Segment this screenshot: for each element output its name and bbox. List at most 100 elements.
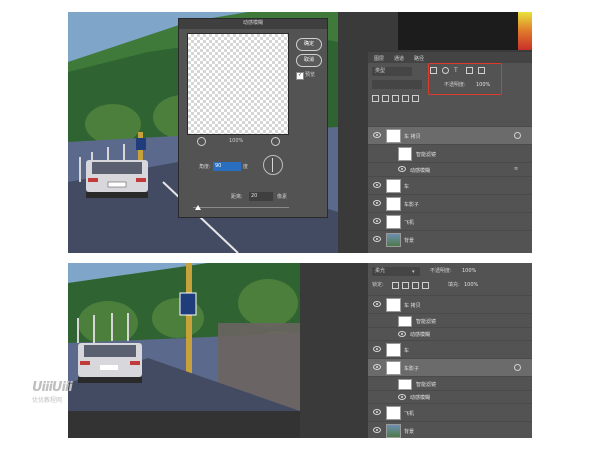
- blend-mode-dropdown[interactable]: 柔光 ▾: [372, 267, 420, 276]
- filter-mask-thumbnail: [398, 316, 412, 327]
- visibility-eye-icon[interactable]: [373, 427, 381, 433]
- layer-row-smart-filter[interactable]: 智能滤镜: [368, 313, 532, 327]
- lock-transparent-icon[interactable]: [392, 282, 399, 289]
- watermark: UiiiUiii 优优教程网: [32, 380, 73, 404]
- distance-label: 距离:: [231, 194, 243, 200]
- fill-input[interactable]: 100%: [464, 281, 486, 290]
- visibility-eye-icon[interactable]: [373, 301, 381, 307]
- lock-all-icon[interactable]: [422, 282, 429, 289]
- layer-name: 车影子: [404, 366, 420, 372]
- visibility-eye-icon[interactable]: [373, 346, 381, 352]
- layer-row-car-copy[interactable]: 车 拷贝: [368, 126, 532, 144]
- visibility-eye-icon[interactable]: [373, 364, 381, 370]
- motion-blur-dialog: 动感模糊 确定 取消 ✓ 预览 100% 角度: 90 度 距离: 20 像素: [178, 18, 328, 218]
- layer-name: 车: [404, 348, 410, 354]
- layer-row-motion-blur-2[interactable]: 动感模糊: [368, 390, 532, 403]
- angle-dial-needle: [272, 158, 273, 172]
- slider-handle-icon[interactable]: [195, 205, 201, 210]
- layer-name: 动感模糊: [410, 332, 431, 338]
- layer-thumbnail: [386, 361, 401, 375]
- lock-all-icon[interactable]: [412, 95, 419, 102]
- color-spectrum[interactable]: [518, 12, 532, 50]
- filter-type-label: 类型: [375, 68, 386, 74]
- screenshot-layers-result: 柔光 ▾ 不透明度: 100% 锁定: 填充: 100% 车 拷贝 智能滤镜 动…: [68, 263, 532, 438]
- visibility-eye-icon[interactable]: [398, 394, 406, 400]
- zoom-in-icon[interactable]: [271, 137, 280, 146]
- layer-row-car-shadow[interactable]: 车影子: [368, 194, 532, 212]
- opacity-label: 不透明度:: [430, 268, 452, 274]
- watermark-caption: 优优教程网: [32, 397, 63, 404]
- visibility-eye-icon[interactable]: [398, 166, 406, 172]
- layer-row-motion-blur[interactable]: 动感模糊 ≡: [368, 162, 532, 176]
- zoom-out-icon[interactable]: [197, 137, 206, 146]
- fill-label: 填充:: [448, 282, 460, 288]
- layer-thumbnail: [386, 406, 401, 420]
- layer-name: 车 拷贝: [404, 303, 421, 309]
- lock-position-icon[interactable]: [392, 95, 399, 102]
- layer-name: 车: [404, 184, 410, 190]
- preview-canvas[interactable]: [187, 33, 289, 135]
- canvas-preview-area: [398, 12, 518, 50]
- visibility-eye-icon[interactable]: [398, 331, 406, 337]
- layer-thumbnail: [386, 215, 401, 229]
- tab-layers[interactable]: 图层: [374, 55, 384, 62]
- layer-row-motion-blur[interactable]: 动感模糊: [368, 327, 532, 340]
- lock-position-icon[interactable]: [412, 282, 419, 289]
- layer-row-car[interactable]: 车: [368, 340, 532, 358]
- layer-row-background[interactable]: 背景: [368, 230, 532, 248]
- layer-name: 车影子: [404, 202, 420, 208]
- cancel-button[interactable]: 取消: [296, 54, 322, 67]
- lock-pixels-icon[interactable]: [382, 95, 389, 102]
- layer-row-car-copy[interactable]: 车 拷贝: [368, 295, 532, 313]
- layer-name: 动感模糊: [410, 168, 431, 174]
- lock-transparent-icon[interactable]: [372, 95, 379, 102]
- layer-row-smart-filter-2[interactable]: 智能滤镜: [368, 376, 532, 390]
- visibility-eye-icon[interactable]: [373, 409, 381, 415]
- lock-artboard-icon[interactable]: [402, 95, 409, 102]
- zoom-value: 100%: [229, 138, 244, 144]
- layer-row-background[interactable]: 背景: [368, 421, 532, 438]
- smart-filter-badge-icon[interactable]: [514, 364, 521, 371]
- filter-type-dropdown[interactable]: 类型: [372, 67, 412, 76]
- lock-pixels-icon[interactable]: [402, 282, 409, 289]
- layer-thumbnail: [386, 343, 401, 357]
- filter-options-icon[interactable]: ≡: [514, 166, 518, 172]
- tab-channels[interactable]: 通道: [394, 55, 404, 62]
- layer-name: 动感模糊: [410, 395, 431, 401]
- layers-panel: 图层 通道 路径 类型 T 不透明度: 100% 车 拷贝 智能滤镜 动感模糊 …: [368, 52, 532, 253]
- preview-checkbox[interactable]: ✓: [296, 72, 304, 80]
- layers-list: 车 拷贝 智能滤镜 动感模糊 ≡ 车 车影子 飞机 背景: [368, 126, 532, 253]
- visibility-eye-icon[interactable]: [373, 182, 381, 188]
- layer-row-car[interactable]: 车: [368, 176, 532, 194]
- layer-name: 智能滤镜: [416, 152, 437, 158]
- tab-paths[interactable]: 路径: [414, 55, 424, 62]
- panel-tabs: 图层 通道 路径: [368, 52, 532, 63]
- layer-row-smart-filter[interactable]: 智能滤镜: [368, 144, 532, 162]
- blend-mode-dropdown[interactable]: [372, 80, 422, 89]
- dialog-title: 动感模糊: [242, 20, 263, 26]
- layer-name: 背景: [404, 238, 415, 244]
- visibility-eye-icon[interactable]: [373, 200, 381, 206]
- layer-row-car-shadow[interactable]: 车影子: [368, 358, 532, 376]
- lock-row: [372, 94, 472, 103]
- opacity-input[interactable]: 100%: [462, 267, 484, 276]
- visibility-eye-icon[interactable]: [373, 218, 381, 224]
- highlight-box: [428, 63, 502, 95]
- angle-dial[interactable]: [263, 155, 283, 175]
- chevron-down-icon: ▾: [412, 269, 415, 275]
- angle-unit: 度: [243, 164, 249, 170]
- smart-filter-badge-icon[interactable]: [514, 132, 521, 139]
- layer-name: 智能滤镜: [416, 319, 437, 325]
- layer-row-plane[interactable]: 飞机: [368, 212, 532, 230]
- lock-label: 锁定:: [372, 282, 384, 288]
- distance-slider[interactable]: [193, 207, 289, 208]
- watermark-logo: UiiiUiii: [32, 380, 73, 395]
- layer-name: 智能滤镜: [416, 382, 437, 388]
- visibility-eye-icon[interactable]: [373, 132, 381, 138]
- angle-input[interactable]: 90: [213, 162, 241, 171]
- ok-button[interactable]: 确定: [296, 38, 322, 51]
- visibility-eye-icon[interactable]: [373, 236, 381, 242]
- distance-input[interactable]: 20: [249, 192, 273, 201]
- layers-panel: 柔光 ▾ 不透明度: 100% 锁定: 填充: 100% 车 拷贝 智能滤镜 动…: [368, 263, 532, 438]
- layer-row-plane[interactable]: 飞机: [368, 403, 532, 421]
